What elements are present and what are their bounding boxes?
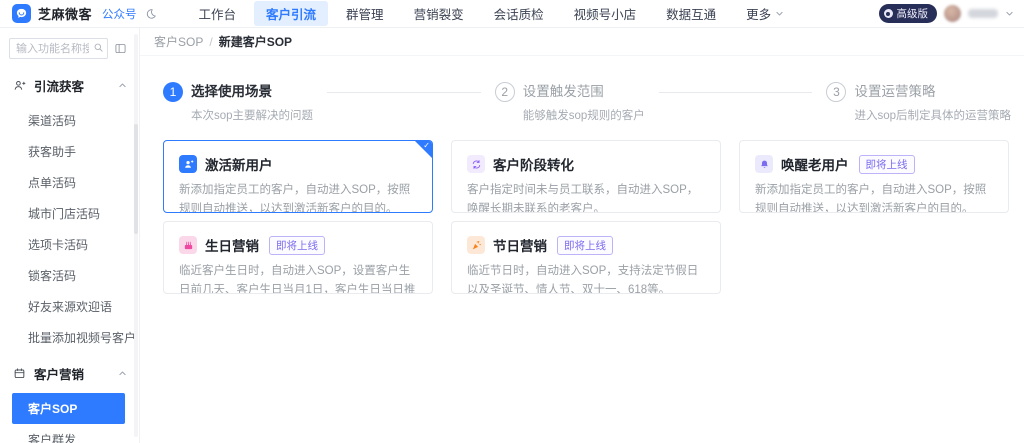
top-bar: 芝麻微客 公众号 工作台 客户引流 群管理 营销裂变 会话质检 视频号小店 数据… — [0, 0, 1024, 28]
plan-badge[interactable]: 高级版 — [879, 4, 938, 23]
breadcrumb: 客户SOP / 新建客户SOP — [140, 28, 1024, 56]
card-description: 新添加指定员工的客户，自动进入SOP，按照规则自动推送，以达到激活新客户的目的。 — [179, 181, 417, 213]
breadcrumb-current: 新建客户SOP — [219, 33, 292, 50]
nav-item-data-interchange[interactable]: 数据互通 — [654, 1, 728, 26]
sidebar-item-friend-source-welcome[interactable]: 好友来源欢迎语 — [0, 291, 139, 322]
card-title: 唤醒老用户 — [781, 154, 849, 174]
step-3-operation-strategy: 3 设置运营策略 进入sop后制定具体的运营策略 — [826, 82, 1011, 123]
breadcrumb-separator: / — [209, 35, 212, 49]
sidebar-item-customer-broadcast[interactable]: 客户群发 — [0, 424, 139, 443]
step-title: 选择使用场景 — [191, 82, 313, 102]
card-title: 激活新用户 — [205, 154, 273, 174]
step-2-trigger-scope: 2 设置触发范围 能够触发sop规则的客户 — [495, 82, 645, 123]
stepper: 1 选择使用场景 本次sop主要解决的问题 2 设置触发范围 能够触发sop规则… — [163, 82, 1011, 123]
scenario-cards: ✓ 激活新用户 新添加指定员工的客户，自动进入SOP，按照规则自动推送，以达到激… — [163, 140, 1010, 294]
app-window: 芝麻微客 公众号 工作台 客户引流 群管理 营销裂变 会话质检 视频号小店 数据… — [0, 0, 1024, 443]
dark-mode-moon-icon[interactable] — [145, 8, 157, 20]
chevron-up-icon — [118, 81, 127, 90]
nav-item-chat-inspection[interactable]: 会话质检 — [482, 1, 556, 26]
card-customer-stage-conversion[interactable]: 客户阶段转化 客户指定时间未与员工联系，自动进入SOP，唤醒长期未联系的老客户。 — [451, 140, 721, 213]
coming-soon-badge: 即将上线 — [557, 236, 613, 255]
sidebar-item-city-store-qr[interactable]: 城市门店活码 — [0, 198, 139, 229]
sidebar-search — [9, 38, 108, 59]
coming-soon-badge: 即将上线 — [269, 236, 325, 255]
nav-item-customer-acquisition[interactable]: 客户引流 — [254, 1, 328, 26]
card-title: 节日营销 — [493, 235, 547, 255]
nav-item-group-management[interactable]: 群管理 — [334, 1, 396, 26]
avatar[interactable] — [944, 5, 961, 22]
step-connector — [659, 92, 813, 93]
chevron-down-icon — [775, 9, 784, 18]
nav-item-workbench[interactable]: 工作台 — [187, 1, 249, 26]
sidebar-section-acquisition[interactable]: 引流获客 — [0, 65, 139, 105]
sidebar-item-batch-add-video-customers[interactable]: 批量添加视频号客户 — [0, 322, 139, 353]
card-birthday-marketing[interactable]: 生日营销 即将上线 临近客户生日时，自动进入SOP，设置客户生日前几天、客户生日… — [163, 221, 433, 294]
nav-item-more[interactable]: 更多 — [734, 1, 796, 26]
brand-logo-icon — [12, 4, 31, 23]
card-description: 临近节日时，自动进入SOP，支持法定节假日以及圣诞节、情人节、双十一、618等。 — [467, 262, 705, 294]
card-description: 客户指定时间未与员工联系，自动进入SOP，唤醒长期未联系的老客户。 — [467, 181, 705, 213]
card-wake-old-users[interactable]: 唤醒老用户 即将上线 新添加指定员工的客户，自动进入SOP，按照规则自动推送，以… — [739, 140, 1009, 213]
brand-tag[interactable]: 公众号 — [102, 6, 137, 22]
section-title: 引流获客 — [34, 76, 110, 95]
step-number: 2 — [495, 82, 515, 102]
step-connector — [327, 92, 481, 93]
search-icon — [93, 42, 104, 56]
card-description: 新添加指定员工的客户，自动进入SOP，按照规则自动推送，以达到激活新客户的目的。 — [755, 181, 993, 213]
brand-name: 芝麻微客 — [38, 4, 92, 23]
step-1-choose-scenario: 1 选择使用场景 本次sop主要解决的问题 — [163, 82, 313, 123]
user-name-redacted — [968, 9, 998, 18]
bell-icon — [755, 155, 773, 173]
sidebar-scrollbar[interactable] — [134, 34, 138, 437]
user-menu-chevron-down-icon[interactable] — [1005, 9, 1014, 18]
step-subtitle: 进入sop后制定具体的运营策略 — [854, 107, 1011, 123]
top-nav: 工作台 客户引流 群管理 营销裂变 会话质检 视频号小店 数据互通 更多 — [187, 1, 797, 26]
step-number: 3 — [826, 82, 846, 102]
step-title: 设置触发范围 — [523, 82, 645, 102]
sidebar-item-tab-qr[interactable]: 选项卡活码 — [0, 229, 139, 260]
breadcrumb-parent[interactable]: 客户SOP — [154, 33, 203, 50]
user-add-icon — [13, 79, 26, 92]
step-subtitle: 能够触发sop规则的客户 — [523, 107, 645, 123]
sidebar-item-order-qr[interactable]: 点单活码 — [0, 167, 139, 198]
nav-item-marketing-fission[interactable]: 营销裂变 — [402, 1, 476, 26]
cake-icon — [179, 236, 197, 254]
sidebar: 引流获客 渠道活码 获客助手 点单活码 城市门店活码 选项卡活码 锁客活码 好友… — [0, 28, 140, 443]
collapse-sidebar-icon[interactable] — [114, 42, 127, 55]
sidebar-item-lock-customer-qr[interactable]: 锁客活码 — [0, 260, 139, 291]
check-icon: ✓ — [423, 141, 430, 151]
step-subtitle: 本次sop主要解决的问题 — [191, 107, 313, 123]
user-activate-icon — [179, 155, 197, 173]
card-title: 客户阶段转化 — [493, 154, 574, 174]
sidebar-item-channel-qr[interactable]: 渠道活码 — [0, 105, 139, 136]
step-title: 设置运营策略 — [854, 82, 1011, 102]
nav-item-video-shop[interactable]: 视频号小店 — [562, 1, 649, 26]
card-description: 临近客户生日时，自动进入SOP，设置客户生日前几天、客户生日当月1日，客户生日当… — [179, 262, 417, 294]
chevron-up-icon — [118, 369, 127, 378]
card-activate-new-users[interactable]: ✓ 激活新用户 新添加指定员工的客户，自动进入SOP，按照规则自动推送，以达到激… — [163, 140, 433, 213]
sidebar-item-customer-sop[interactable]: 客户SOP — [12, 393, 125, 424]
sidebar-item-acquisition-assistant[interactable]: 获客助手 — [0, 136, 139, 167]
calendar-icon — [13, 367, 26, 380]
section-title: 客户营销 — [34, 364, 110, 383]
card-title: 生日营销 — [205, 235, 259, 255]
sidebar-section-customer-marketing[interactable]: 客户营销 — [0, 353, 139, 393]
main-content: 客户SOP / 新建客户SOP 1 选择使用场景 本次sop主要解决的问题 — [140, 28, 1024, 443]
party-popper-icon — [467, 236, 485, 254]
top-right-controls: 高级版 — [879, 4, 1015, 23]
medal-icon — [884, 9, 893, 18]
card-festival-marketing[interactable]: 节日营销 即将上线 临近节日时，自动进入SOP，支持法定节假日以及圣诞节、情人节… — [451, 221, 721, 294]
coming-soon-badge: 即将上线 — [859, 155, 915, 174]
step-number: 1 — [163, 82, 183, 102]
stage-convert-icon — [467, 155, 485, 173]
